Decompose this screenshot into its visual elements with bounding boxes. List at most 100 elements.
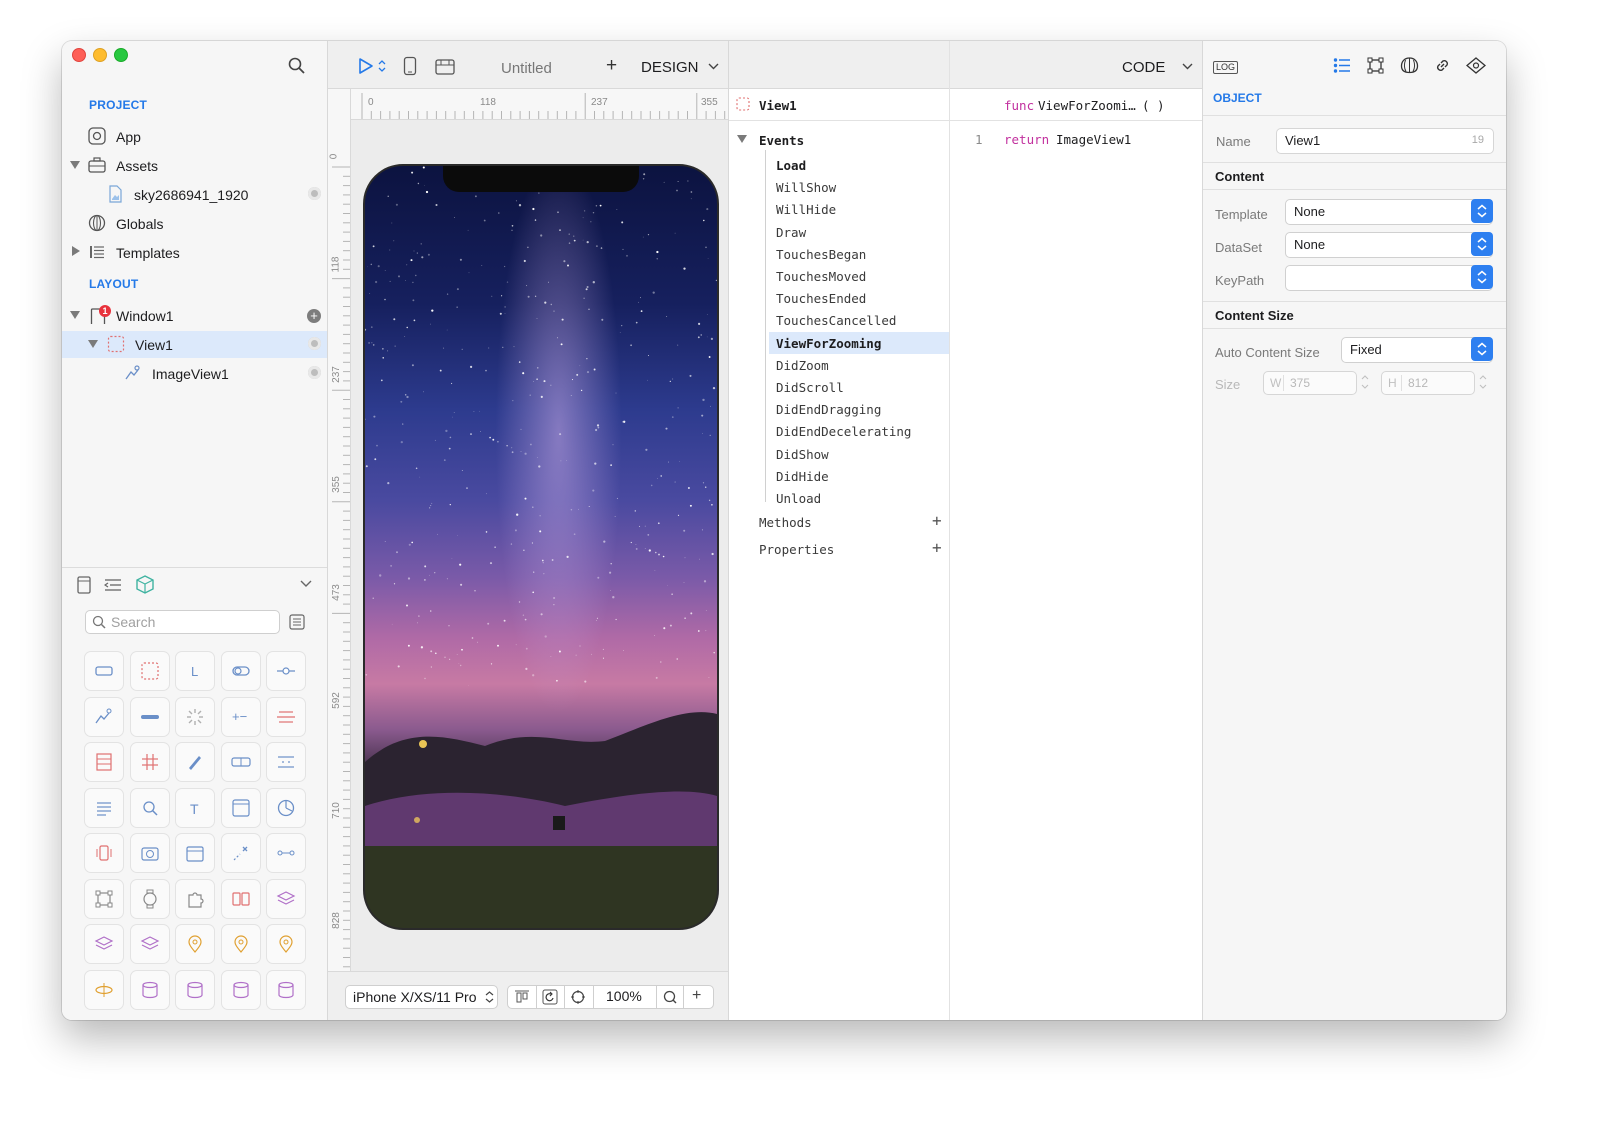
log-button[interactable]: LOG bbox=[1213, 61, 1239, 74]
chevron-down-icon[interactable] bbox=[708, 63, 719, 70]
width-field[interactable]: W 375 bbox=[1263, 371, 1357, 395]
library-component-tile[interactable] bbox=[129, 742, 170, 782]
event-item[interactable]: TouchesEnded bbox=[776, 291, 866, 306]
event-item[interactable]: DidScroll bbox=[776, 380, 844, 395]
properties-label[interactable]: Properties bbox=[759, 542, 834, 557]
library-component-tile[interactable] bbox=[84, 787, 124, 828]
add-property-button[interactable]: + bbox=[932, 538, 942, 557]
zoom-window-button[interactable] bbox=[114, 48, 128, 62]
device-selector[interactable]: iPhone X/XS/11 Pro bbox=[345, 985, 498, 1009]
library-component-tile[interactable] bbox=[175, 878, 215, 919]
library-component-tile[interactable] bbox=[129, 833, 170, 873]
library-component-tile[interactable] bbox=[220, 742, 261, 782]
library-component-tile[interactable] bbox=[266, 651, 306, 691]
event-item[interactable]: DidEndDragging bbox=[776, 402, 881, 417]
dataset-select[interactable]: None bbox=[1285, 232, 1493, 258]
disclosure-triangle-icon[interactable] bbox=[737, 135, 747, 143]
imageview-options-button[interactable] bbox=[308, 366, 321, 379]
event-item[interactable]: Load bbox=[776, 158, 806, 173]
close-window-button[interactable] bbox=[72, 48, 86, 62]
frame-inspector-icon[interactable] bbox=[1367, 57, 1384, 74]
list-view-icon[interactable] bbox=[289, 614, 305, 630]
library-component-tile[interactable]: +− bbox=[220, 696, 261, 737]
chevron-down-icon[interactable] bbox=[300, 580, 312, 588]
document-title[interactable]: Untitled bbox=[501, 60, 552, 77]
design-mode-button[interactable]: DESIGN bbox=[641, 59, 699, 76]
code-mode-button[interactable]: CODE bbox=[1122, 59, 1165, 76]
events-group-label[interactable]: Events bbox=[759, 133, 804, 148]
library-component-tile[interactable] bbox=[220, 924, 261, 964]
library-component-tile[interactable] bbox=[220, 833, 261, 873]
minimize-window-button[interactable] bbox=[93, 48, 107, 62]
methods-label[interactable]: Methods bbox=[759, 515, 812, 530]
select-stepper[interactable] bbox=[1471, 232, 1493, 256]
event-item[interactable]: DidShow bbox=[776, 447, 829, 462]
add-screen-button[interactable]: + bbox=[606, 55, 617, 77]
event-item[interactable]: TouchesCancelled bbox=[776, 313, 896, 328]
library-component-tile[interactable] bbox=[84, 742, 124, 782]
library-component-tile[interactable] bbox=[129, 969, 170, 1010]
rotate-icon[interactable] bbox=[542, 989, 558, 1005]
library-component-tile[interactable]: T bbox=[175, 787, 215, 828]
search-icon[interactable] bbox=[288, 57, 305, 74]
event-item[interactable]: TouchesMoved bbox=[776, 269, 866, 284]
disclosure-triangle-icon[interactable] bbox=[70, 161, 80, 169]
library-component-tile[interactable] bbox=[266, 742, 306, 782]
library-component-tile[interactable] bbox=[129, 924, 170, 964]
library-component-tile[interactable]: L bbox=[175, 651, 215, 691]
library-component-tile[interactable] bbox=[266, 696, 306, 737]
tree-item-imageview1[interactable]: ImageView1 bbox=[62, 360, 327, 387]
code-editor[interactable]: CODE func ViewForZoomi… ( ) 1 return Ima… bbox=[950, 41, 1203, 1020]
library-component-tile[interactable] bbox=[266, 787, 306, 828]
view-options-button[interactable] bbox=[308, 337, 321, 350]
library-component-tile[interactable] bbox=[84, 878, 124, 919]
select-stepper[interactable] bbox=[1471, 265, 1493, 289]
tree-item-view1[interactable]: View1 bbox=[62, 331, 327, 358]
auto-content-size-select[interactable]: Fixed bbox=[1341, 337, 1493, 363]
stepper-chevrons-icon[interactable] bbox=[377, 58, 387, 74]
library-component-tile[interactable] bbox=[129, 696, 170, 737]
event-item[interactable]: Unload bbox=[776, 491, 821, 506]
play-icon[interactable] bbox=[358, 57, 374, 75]
library-component-tile[interactable] bbox=[175, 924, 215, 964]
link-icon[interactable] bbox=[1434, 57, 1451, 74]
chevron-down-icon[interactable] bbox=[1182, 63, 1193, 70]
device-icon[interactable] bbox=[403, 56, 417, 76]
device-preview[interactable] bbox=[363, 164, 719, 930]
library-component-tile[interactable] bbox=[266, 878, 306, 919]
library-component-tile[interactable] bbox=[129, 878, 170, 919]
function-params[interactable]: ( ) bbox=[1142, 98, 1165, 113]
library-component-tile[interactable] bbox=[84, 924, 124, 964]
library-component-tile[interactable] bbox=[84, 833, 124, 873]
library-component-tile[interactable] bbox=[84, 969, 124, 1010]
library-component-tile[interactable] bbox=[84, 651, 124, 691]
zoom-in-button[interactable]: + bbox=[692, 987, 701, 1005]
library-component-tile[interactable] bbox=[175, 742, 215, 782]
library-component-tile[interactable] bbox=[220, 878, 261, 919]
storyboard-icon[interactable] bbox=[435, 58, 455, 75]
event-item[interactable]: WillHide bbox=[776, 202, 836, 217]
library-search-input[interactable]: Search bbox=[85, 610, 280, 634]
tree-item-image-asset[interactable]: sky2686941_1920 bbox=[62, 181, 327, 208]
tree-item-templates[interactable]: Templates bbox=[62, 239, 327, 266]
select-stepper[interactable] bbox=[1471, 337, 1493, 361]
event-item[interactable]: DidEndDecelerating bbox=[776, 424, 911, 439]
list-inspector-icon[interactable] bbox=[1333, 57, 1351, 74]
template-select[interactable]: None bbox=[1285, 199, 1493, 225]
library-component-tile[interactable] bbox=[220, 651, 261, 691]
crosshair-icon[interactable] bbox=[570, 989, 586, 1005]
library-pages-icon[interactable] bbox=[77, 576, 91, 594]
width-stepper-icon[interactable] bbox=[1361, 374, 1369, 390]
library-component-tile[interactable] bbox=[129, 651, 170, 691]
event-item[interactable]: DidZoom bbox=[776, 358, 829, 373]
tree-item-globals[interactable]: Globals bbox=[62, 210, 327, 237]
event-item[interactable]: Draw bbox=[776, 225, 806, 240]
event-item[interactable]: WillShow bbox=[776, 180, 836, 195]
library-component-tile[interactable] bbox=[266, 833, 306, 873]
tree-item-assets[interactable]: Assets bbox=[62, 152, 327, 179]
library-component-tile[interactable] bbox=[175, 833, 215, 873]
library-component-tile[interactable] bbox=[129, 787, 170, 828]
library-component-tile[interactable] bbox=[175, 696, 215, 737]
add-method-button[interactable]: + bbox=[932, 511, 942, 530]
library-component-tile[interactable] bbox=[266, 924, 306, 964]
